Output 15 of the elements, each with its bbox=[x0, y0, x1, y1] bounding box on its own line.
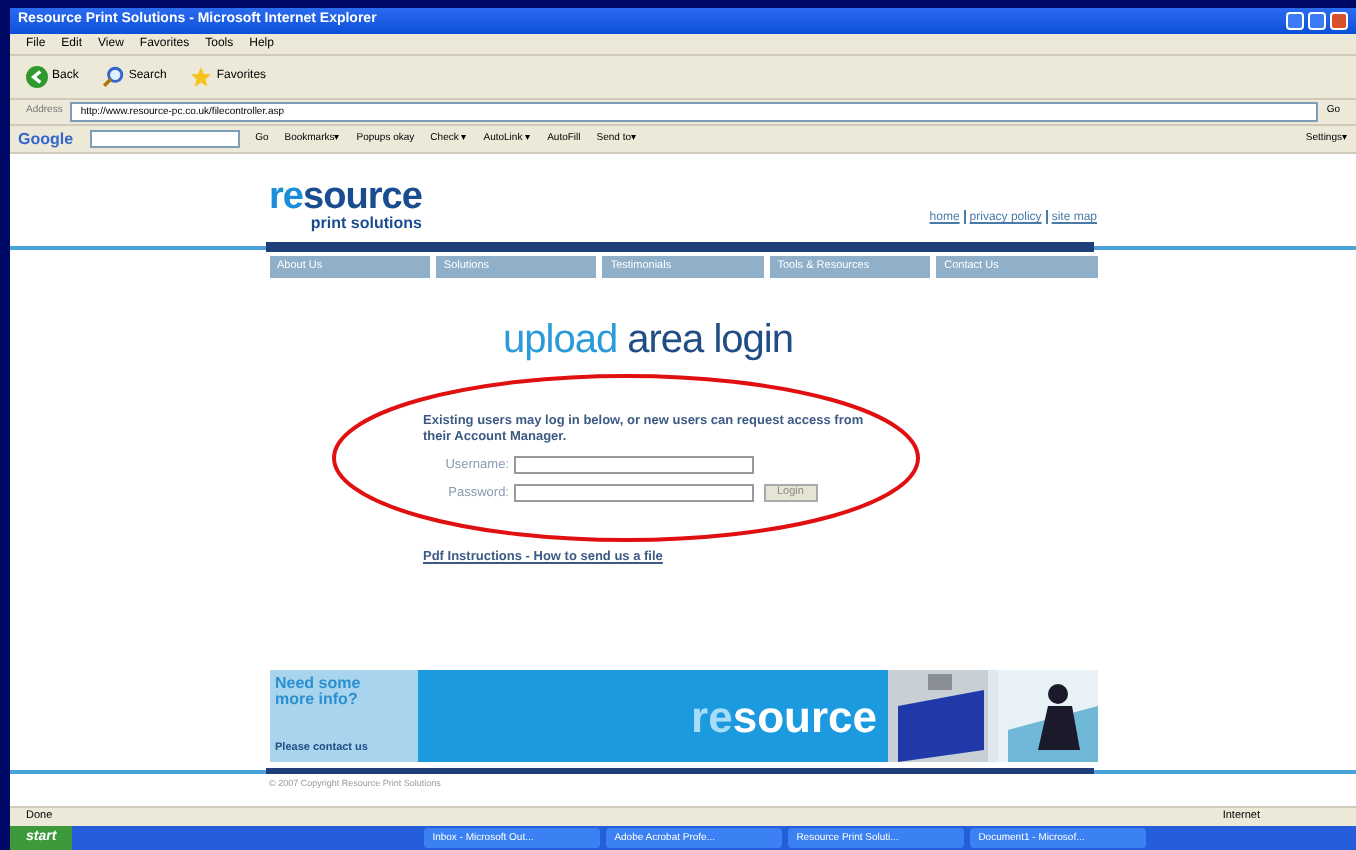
close-button[interactable] bbox=[1330, 12, 1348, 30]
google-search-field[interactable] bbox=[89, 130, 240, 148]
text-field[interactable] bbox=[513, 484, 753, 503]
search-icon bbox=[102, 66, 125, 88]
minimize-button[interactable] bbox=[1286, 12, 1304, 30]
back-arrow-icon bbox=[26, 66, 48, 88]
maximize-button[interactable] bbox=[1308, 12, 1326, 30]
banner-logo: resource bbox=[691, 689, 877, 746]
resource-logo: resource print solutions bbox=[269, 178, 422, 232]
google-logo: Google bbox=[18, 127, 74, 151]
logo-tagline: print solutions bbox=[310, 216, 422, 232]
text-field[interactable] bbox=[513, 456, 753, 475]
info-title: Need some more info? bbox=[275, 676, 363, 709]
star-icon bbox=[190, 66, 213, 88]
page-heading: upload area login bbox=[503, 316, 793, 366]
